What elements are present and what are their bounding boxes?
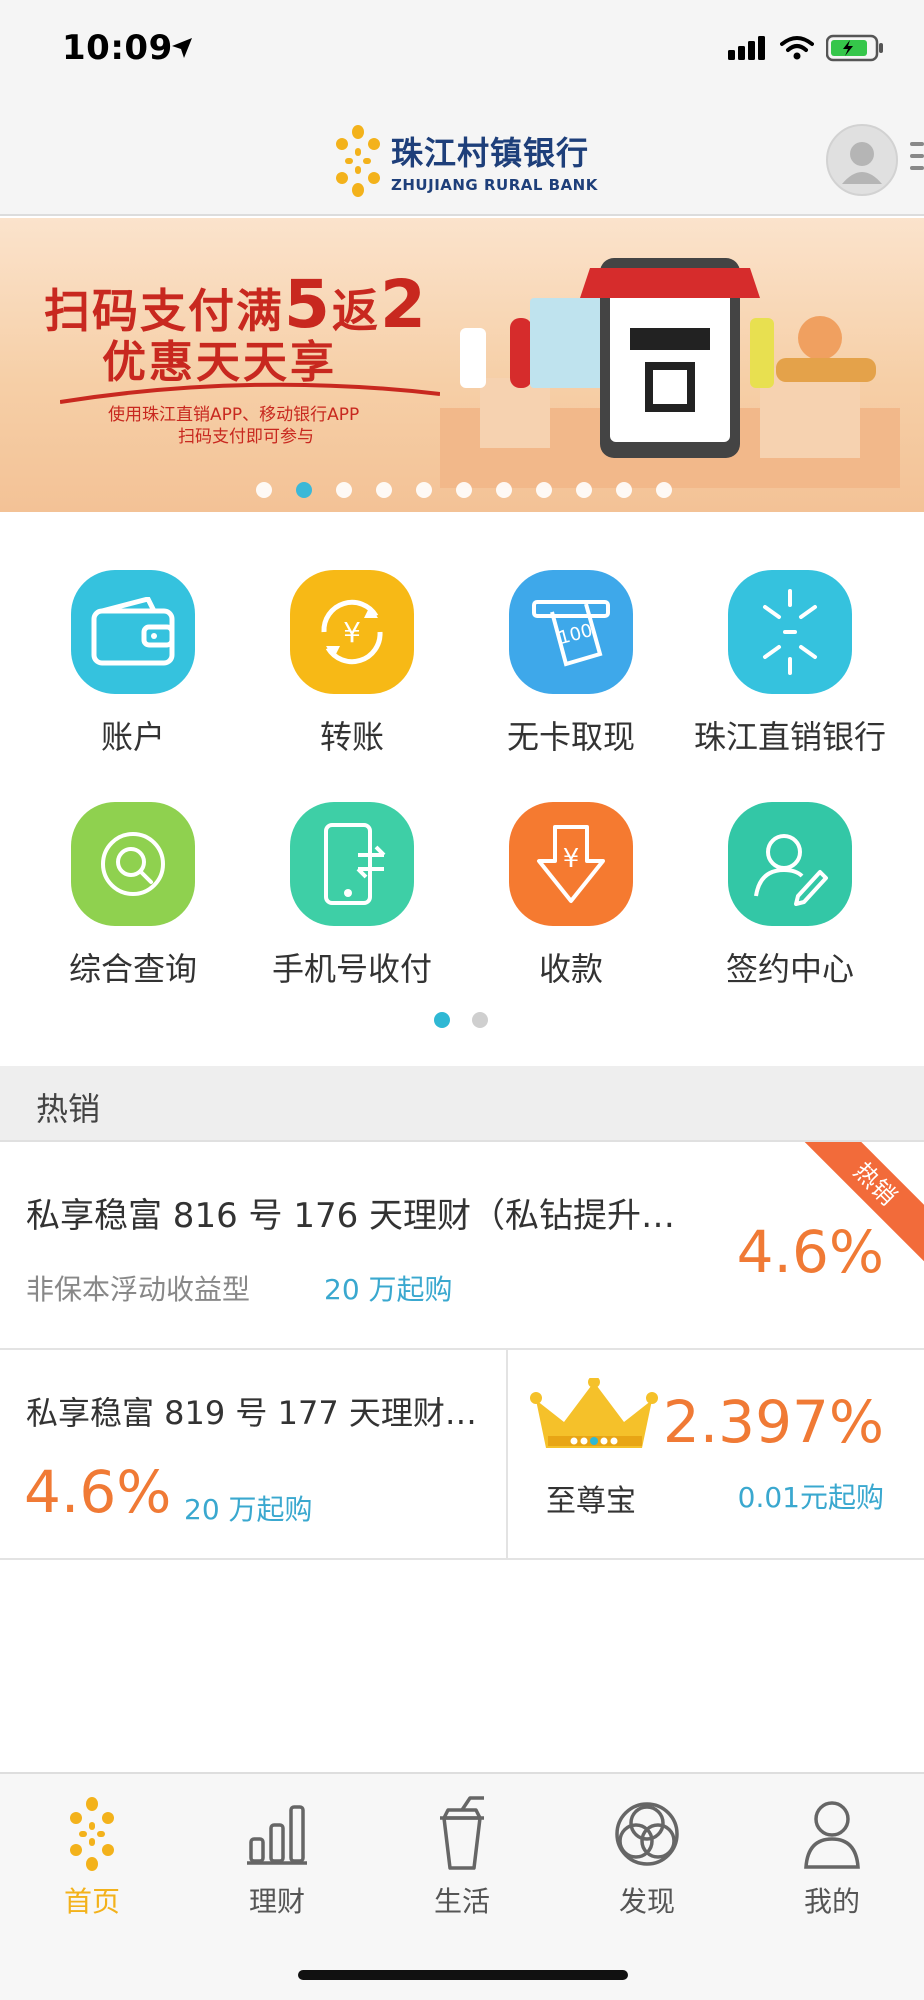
product-card-zhizunbao[interactable]: 至尊宝 2.397% 0.01元起购 xyxy=(508,1350,924,1560)
action-cardless-withdraw[interactable]: 100 无卡取现 xyxy=(462,570,680,758)
drink-cup-icon xyxy=(392,1796,532,1872)
product-min-amount: 20 万起购 xyxy=(184,1493,313,1526)
product-rate: 4.6% xyxy=(24,1458,172,1526)
battery-icon xyxy=(826,34,883,62)
tab-life[interactable]: 生活 xyxy=(392,1796,532,1920)
hot-section-title: 热销 xyxy=(36,1090,101,1128)
action-label: 综合查询 xyxy=(68,950,197,988)
status-time: 10:09 xyxy=(62,28,173,68)
action-label: 无卡取现 xyxy=(506,718,635,756)
location-arrow-icon xyxy=(172,38,192,58)
action-label: 收款 xyxy=(538,950,603,988)
banner-dot[interactable] xyxy=(656,482,672,498)
tab-label: 生活 xyxy=(433,1885,490,1918)
tab-label: 理财 xyxy=(248,1885,305,1918)
action-label: 账户 xyxy=(100,718,165,756)
banner-pagination[interactable] xyxy=(256,482,672,498)
banner-dot[interactable] xyxy=(376,482,392,498)
zhujiang-logo-icon xyxy=(728,570,852,694)
banner-dot[interactable] xyxy=(576,482,592,498)
product-card-819[interactable]: 私享稳富 819 号 177 天理财… 4.6% 20 万起购 xyxy=(0,1350,508,1560)
product-card-816[interactable]: 私享稳富 816 号 176 天理财（私钻提升… 非保本浮动收益型 20 万起购… xyxy=(0,1142,924,1350)
phone-transfer-icon xyxy=(290,802,414,926)
action-sign-center[interactable]: 签约中心 xyxy=(681,802,899,990)
zhujiang-flower-logo-icon xyxy=(336,125,380,197)
action-account[interactable]: 账户 xyxy=(24,570,242,758)
product-min-amount: 20 万起购 xyxy=(324,1273,453,1306)
bar-chart-icon xyxy=(207,1796,347,1872)
banner-shop-illustration xyxy=(440,258,900,488)
banner-dot[interactable] xyxy=(616,482,632,498)
avatar-button[interactable] xyxy=(826,124,898,196)
tab-mine[interactable]: 我的 xyxy=(762,1796,902,1920)
grid-dot-active[interactable] xyxy=(434,1012,450,1028)
tab-label: 我的 xyxy=(803,1885,860,1918)
tab-label: 发现 xyxy=(618,1885,675,1918)
signal-icon xyxy=(728,36,765,60)
svg-text:¥: ¥ xyxy=(563,844,580,874)
discover-circles-icon xyxy=(577,1796,717,1872)
cash-bill-icon: 100 xyxy=(509,570,633,694)
menu-icon[interactable] xyxy=(910,142,924,178)
action-receive[interactable]: ¥ 收款 xyxy=(462,802,680,990)
quick-action-grid: 账户 ¥ 转账 100 无卡取现 珠江直销银行 综合查询 手机号收付 ¥ 收款 … xyxy=(0,512,924,1066)
action-transfer[interactable]: ¥ 转账 xyxy=(243,570,461,758)
user-icon xyxy=(762,1796,902,1872)
promo-banner[interactable]: 扫码支付满5返2 优惠天天享 使用珠江直销APP、移动银行APP 扫码支付即可参… xyxy=(0,218,924,512)
banner-dot[interactable] xyxy=(456,482,472,498)
action-label: 手机号收付 xyxy=(271,950,432,988)
action-label: 珠江直销银行 xyxy=(693,718,886,756)
wifi-icon xyxy=(780,36,814,60)
banner-dot[interactable] xyxy=(336,482,352,498)
action-label: 签约中心 xyxy=(725,950,854,988)
action-inquiry[interactable]: 综合查询 xyxy=(24,802,242,990)
tab-home[interactable]: 首页 xyxy=(22,1796,162,1920)
grid-dot[interactable] xyxy=(472,1012,488,1028)
transfer-yuan-icon: ¥ xyxy=(290,570,414,694)
product-type: 非保本浮动收益型 xyxy=(26,1273,251,1306)
banner-dot[interactable] xyxy=(416,482,432,498)
crown-icon xyxy=(530,1378,658,1448)
banner-dot[interactable] xyxy=(496,482,512,498)
banner-subtitle-2: 扫码支付即可参与 xyxy=(178,427,314,447)
svg-text:100: 100 xyxy=(556,620,595,649)
bank-logo: 珠江村镇银行 ZHUJIANG RURAL BANK xyxy=(335,124,598,198)
receive-yuan-icon: ¥ xyxy=(509,802,633,926)
action-phone-payment[interactable]: 手机号收付 xyxy=(243,802,461,990)
product-name: 私享稳富 819 号 177 天理财… xyxy=(26,1394,477,1432)
app-header: 珠江村镇银行 ZHUJIANG RURAL BANK xyxy=(0,100,924,216)
tab-label: 首页 xyxy=(63,1885,120,1918)
status-indicators xyxy=(728,34,884,62)
banner-dot[interactable] xyxy=(256,482,272,498)
bank-name-en: ZHUJIANG RURAL BANK xyxy=(391,176,598,194)
product-rate: 2.397% xyxy=(662,1388,884,1456)
action-direct-bank[interactable]: 珠江直销银行 xyxy=(681,570,899,758)
hot-section-header: 热销 xyxy=(0,1066,924,1142)
grid-pagination[interactable] xyxy=(434,1012,488,1028)
home-flower-icon xyxy=(22,1796,162,1872)
tab-wealth[interactable]: 理财 xyxy=(207,1796,347,1920)
bottom-tab-bar: 首页 理财 生活 发现 我的 xyxy=(0,1772,924,2000)
svg-text:¥: ¥ xyxy=(343,616,361,649)
tab-discover[interactable]: 发现 xyxy=(577,1796,717,1920)
banner-dot-active[interactable] xyxy=(296,482,312,498)
home-indicator xyxy=(298,1970,628,1980)
user-sign-icon xyxy=(728,802,852,926)
wallet-icon xyxy=(71,570,195,694)
search-icon xyxy=(71,802,195,926)
product-min-amount: 0.01元起购 xyxy=(737,1481,884,1514)
product-name: 私享稳富 816 号 176 天理财（私钻提升… xyxy=(26,1196,676,1236)
action-label: 转账 xyxy=(319,718,384,756)
product-rate: 4.6% xyxy=(736,1218,884,1286)
status-bar: 10:09 xyxy=(0,0,924,100)
bank-name-cn: 珠江村镇银行 xyxy=(391,134,590,172)
product-name: 至尊宝 xyxy=(546,1484,636,1519)
banner-dot[interactable] xyxy=(536,482,552,498)
avatar-user-icon xyxy=(842,142,882,184)
